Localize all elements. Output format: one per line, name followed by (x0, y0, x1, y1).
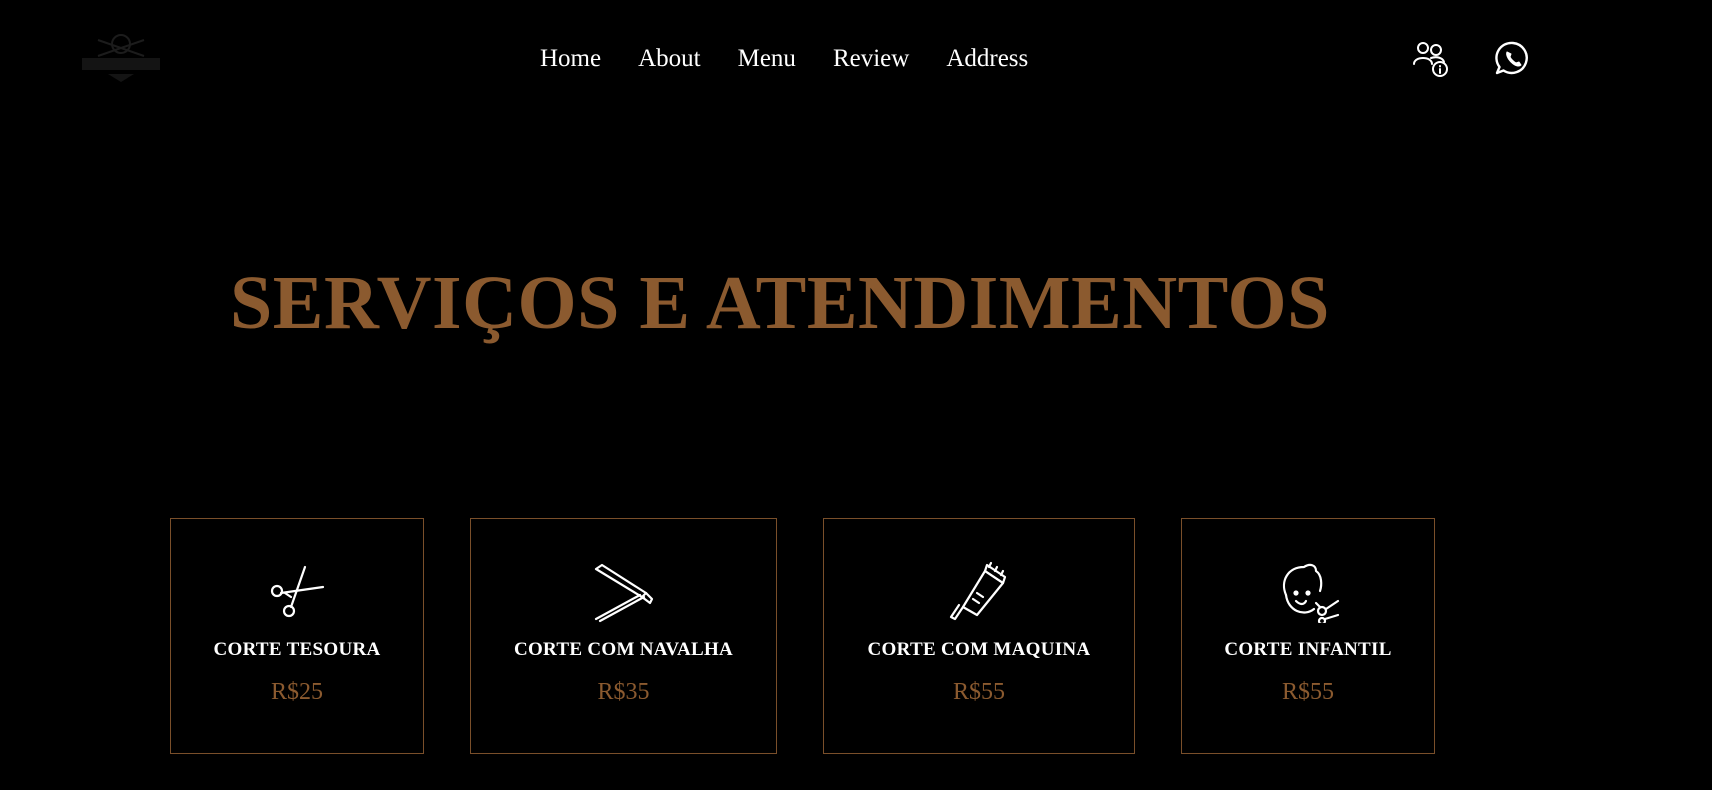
service-price: R$35 (597, 679, 650, 705)
users-info-icon[interactable] (1413, 40, 1451, 78)
nav-about-link[interactable]: About (638, 40, 701, 78)
page: Home About Menu Review Address SERVIÇOS … (0, 0, 1712, 790)
page-title: SERVIÇOS E ATENDIMENTOS (230, 261, 1330, 345)
service-title: CORTE INFANTIL (1224, 639, 1392, 660)
service-title: CORTE COM NAVALHA (513, 639, 734, 660)
razor-icon (594, 563, 653, 623)
service-card-corte-infantil[interactable]: CORTE INFANTIL R$55 (1181, 518, 1435, 754)
main-nav: Home About Menu Review Address (540, 40, 1065, 78)
nav-menu-link[interactable]: Menu (738, 40, 796, 78)
service-title: CORTE COM MAQUINA (867, 639, 1091, 660)
service-title: CORTE TESOURA (213, 639, 381, 660)
logo-icon (82, 34, 160, 82)
service-price: R$55 (952, 679, 1005, 705)
service-card-corte-com-navalha[interactable]: CORTE COM NAVALHA R$35 (470, 518, 777, 754)
nav-review-link[interactable]: Review (833, 40, 909, 78)
nav-home-link[interactable]: Home (540, 40, 601, 78)
service-price: R$25 (270, 679, 323, 705)
barbershop-logo[interactable] (78, 30, 164, 84)
scissors-icon (270, 565, 325, 618)
service-price: R$55 (1281, 679, 1334, 705)
whatsapp-icon[interactable] (1494, 40, 1532, 78)
nav-address-link[interactable]: Address (946, 40, 1028, 78)
clipper-icon (949, 561, 1007, 621)
kid-haircut-icon (1282, 563, 1340, 623)
service-card-corte-tesoura[interactable]: CORTE TESOURA R$25 (170, 518, 424, 754)
service-card-corte-com-maquina[interactable]: CORTE COM MAQUINA R$55 (823, 518, 1135, 754)
